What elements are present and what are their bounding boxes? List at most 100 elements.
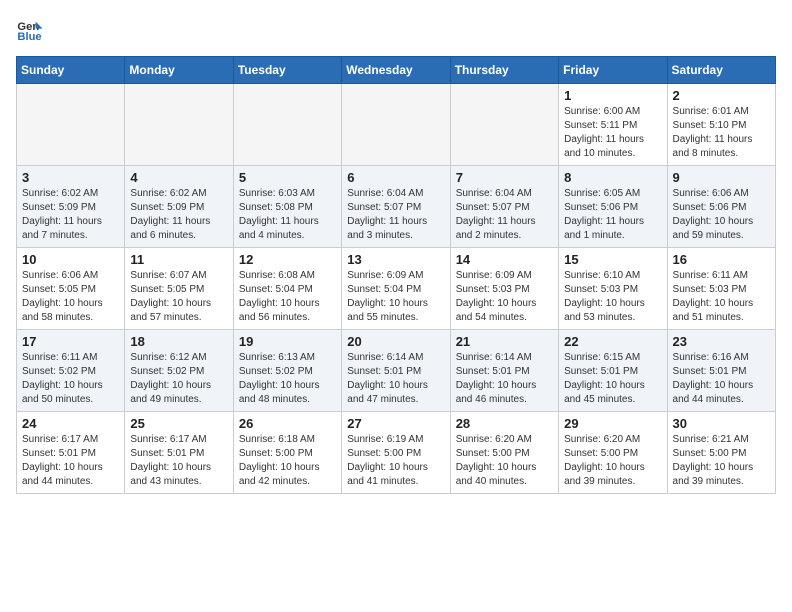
day-info: Sunrise: 6:06 AM Sunset: 5:06 PM Dayligh…	[673, 187, 770, 243]
day-info: Sunrise: 6:14 AM Sunset: 5:01 PM Dayligh…	[347, 351, 444, 407]
day-info: Sunrise: 6:02 AM Sunset: 5:09 PM Dayligh…	[22, 187, 119, 243]
day-number: 24	[22, 416, 119, 431]
svg-text:Blue: Blue	[17, 31, 41, 43]
day-info: Sunrise: 6:17 AM Sunset: 5:01 PM Dayligh…	[22, 433, 119, 489]
day-info: Sunrise: 6:02 AM Sunset: 5:09 PM Dayligh…	[130, 187, 227, 243]
calendar-cell: 26 Sunrise: 6:18 AM Sunset: 5:00 PM Dayli…	[233, 412, 341, 494]
calendar-week-3: 10Sunrise: 6:06 AM Sunset: 5:05 PM Dayli…	[17, 248, 776, 330]
day-info: Sunrise: 6:12 AM Sunset: 5:02 PM Dayligh…	[130, 351, 227, 407]
calendar-cell: 28 Sunrise: 6:20 AM Sunset: 5:00 PM Dayli…	[450, 412, 558, 494]
calendar-cell: 11 Sunrise: 6:07 AM Sunset: 5:05 PM Dayli…	[125, 248, 233, 330]
calendar-cell: 16 Sunrise: 6:11 AM Sunset: 5:03 PM Dayli…	[667, 248, 775, 330]
day-info: Sunrise: 6:17 AM Sunset: 5:01 PM Dayligh…	[130, 433, 227, 489]
calendar-cell: 4Sunrise: 6:02 AM Sunset: 5:09 PM Daylig…	[125, 166, 233, 248]
calendar-week-5: 24 Sunrise: 6:17 AM Sunset: 5:01 PM Dayli…	[17, 412, 776, 494]
calendar-cell: 5 Sunrise: 6:03 AM Sunset: 5:08 PM Daylig…	[233, 166, 341, 248]
day-info: Sunrise: 6:10 AM Sunset: 5:03 PM Dayligh…	[564, 269, 661, 325]
day-number: 26	[239, 416, 336, 431]
day-number: 22	[564, 334, 661, 349]
page-header: Gen Blue	[16, 16, 776, 44]
calendar-cell: 18 Sunrise: 6:12 AM Sunset: 5:02 PM Dayli…	[125, 330, 233, 412]
day-number: 1	[564, 88, 661, 103]
day-number: 20	[347, 334, 444, 349]
day-header-thursday: Thursday	[450, 57, 558, 84]
day-number: 6	[347, 170, 444, 185]
day-number: 30	[673, 416, 770, 431]
calendar-cell: 8 Sunrise: 6:05 AM Sunset: 5:06 PM Daylig…	[559, 166, 667, 248]
calendar-cell: 13Sunrise: 6:09 AM Sunset: 5:04 PM Dayli…	[342, 248, 450, 330]
calendar-cell: 9Sunrise: 6:06 AM Sunset: 5:06 PM Daylig…	[667, 166, 775, 248]
day-number: 18	[130, 334, 227, 349]
calendar-cell: 20 Sunrise: 6:14 AM Sunset: 5:01 PM Dayli…	[342, 330, 450, 412]
day-info: Sunrise: 6:18 AM Sunset: 5:00 PM Dayligh…	[239, 433, 336, 489]
calendar-cell: 1 Sunrise: 6:00 AM Sunset: 5:11 PM Daylig…	[559, 84, 667, 166]
day-number: 5	[239, 170, 336, 185]
day-info: Sunrise: 6:03 AM Sunset: 5:08 PM Dayligh…	[239, 187, 336, 243]
calendar-cell	[125, 84, 233, 166]
day-number: 3	[22, 170, 119, 185]
calendar-cell: 10Sunrise: 6:06 AM Sunset: 5:05 PM Dayli…	[17, 248, 125, 330]
logo: Gen Blue	[16, 16, 48, 44]
day-number: 23	[673, 334, 770, 349]
calendar-cell: 7Sunrise: 6:04 AM Sunset: 5:07 PM Daylig…	[450, 166, 558, 248]
day-header-friday: Friday	[559, 57, 667, 84]
day-info: Sunrise: 6:11 AM Sunset: 5:03 PM Dayligh…	[673, 269, 770, 325]
day-number: 29	[564, 416, 661, 431]
day-info: Sunrise: 6:19 AM Sunset: 5:00 PM Dayligh…	[347, 433, 444, 489]
day-header-monday: Monday	[125, 57, 233, 84]
day-info: Sunrise: 6:14 AM Sunset: 5:01 PM Dayligh…	[456, 351, 553, 407]
day-number: 21	[456, 334, 553, 349]
day-number: 17	[22, 334, 119, 349]
calendar-cell: 19Sunrise: 6:13 AM Sunset: 5:02 PM Dayli…	[233, 330, 341, 412]
day-header-tuesday: Tuesday	[233, 57, 341, 84]
calendar-cell: 22 Sunrise: 6:15 AM Sunset: 5:01 PM Dayli…	[559, 330, 667, 412]
day-number: 27	[347, 416, 444, 431]
calendar-cell: 6 Sunrise: 6:04 AM Sunset: 5:07 PM Daylig…	[342, 166, 450, 248]
day-info: Sunrise: 6:04 AM Sunset: 5:07 PM Dayligh…	[456, 187, 553, 243]
calendar-cell: 23Sunrise: 6:16 AM Sunset: 5:01 PM Dayli…	[667, 330, 775, 412]
calendar-cell	[233, 84, 341, 166]
calendar-cell: 12 Sunrise: 6:08 AM Sunset: 5:04 PM Dayli…	[233, 248, 341, 330]
day-number: 2	[673, 88, 770, 103]
header-row: SundayMondayTuesdayWednesdayThursdayFrid…	[17, 57, 776, 84]
day-info: Sunrise: 6:09 AM Sunset: 5:03 PM Dayligh…	[456, 269, 553, 325]
day-number: 25	[130, 416, 227, 431]
logo-icon: Gen Blue	[16, 16, 44, 44]
calendar-cell	[342, 84, 450, 166]
calendar-cell: 17 Sunrise: 6:11 AM Sunset: 5:02 PM Dayli…	[17, 330, 125, 412]
day-info: Sunrise: 6:15 AM Sunset: 5:01 PM Dayligh…	[564, 351, 661, 407]
day-number: 10	[22, 252, 119, 267]
calendar-week-2: 3 Sunrise: 6:02 AM Sunset: 5:09 PM Daylig…	[17, 166, 776, 248]
day-number: 8	[564, 170, 661, 185]
day-header-saturday: Saturday	[667, 57, 775, 84]
calendar-cell: 21 Sunrise: 6:14 AM Sunset: 5:01 PM Dayli…	[450, 330, 558, 412]
day-info: Sunrise: 6:20 AM Sunset: 5:00 PM Dayligh…	[564, 433, 661, 489]
day-header-wednesday: Wednesday	[342, 57, 450, 84]
day-number: 11	[130, 252, 227, 267]
day-number: 14	[456, 252, 553, 267]
day-info: Sunrise: 6:09 AM Sunset: 5:04 PM Dayligh…	[347, 269, 444, 325]
day-info: Sunrise: 6:21 AM Sunset: 5:00 PM Dayligh…	[673, 433, 770, 489]
calendar-cell: 25 Sunrise: 6:17 AM Sunset: 5:01 PM Dayli…	[125, 412, 233, 494]
day-info: Sunrise: 6:11 AM Sunset: 5:02 PM Dayligh…	[22, 351, 119, 407]
calendar-cell: 2 Sunrise: 6:01 AM Sunset: 5:10 PM Daylig…	[667, 84, 775, 166]
calendar-cell: 14 Sunrise: 6:09 AM Sunset: 5:03 PM Dayli…	[450, 248, 558, 330]
calendar-cell: 30 Sunrise: 6:21 AM Sunset: 5:00 PM Dayli…	[667, 412, 775, 494]
calendar-cell: 3 Sunrise: 6:02 AM Sunset: 5:09 PM Daylig…	[17, 166, 125, 248]
day-number: 16	[673, 252, 770, 267]
day-info: Sunrise: 6:01 AM Sunset: 5:10 PM Dayligh…	[673, 105, 770, 161]
day-info: Sunrise: 6:04 AM Sunset: 5:07 PM Dayligh…	[347, 187, 444, 243]
calendar-cell: 29 Sunrise: 6:20 AM Sunset: 5:00 PM Dayli…	[559, 412, 667, 494]
day-number: 12	[239, 252, 336, 267]
calendar-week-1: 1 Sunrise: 6:00 AM Sunset: 5:11 PM Daylig…	[17, 84, 776, 166]
day-info: Sunrise: 6:08 AM Sunset: 5:04 PM Dayligh…	[239, 269, 336, 325]
day-info: Sunrise: 6:20 AM Sunset: 5:00 PM Dayligh…	[456, 433, 553, 489]
day-number: 28	[456, 416, 553, 431]
day-info: Sunrise: 6:05 AM Sunset: 5:06 PM Dayligh…	[564, 187, 661, 243]
calendar-cell: 27 Sunrise: 6:19 AM Sunset: 5:00 PM Dayli…	[342, 412, 450, 494]
calendar-cell: 15 Sunrise: 6:10 AM Sunset: 5:03 PM Dayli…	[559, 248, 667, 330]
day-info: Sunrise: 6:07 AM Sunset: 5:05 PM Dayligh…	[130, 269, 227, 325]
calendar-cell	[450, 84, 558, 166]
day-number: 15	[564, 252, 661, 267]
day-info: Sunrise: 6:00 AM Sunset: 5:11 PM Dayligh…	[564, 105, 661, 161]
